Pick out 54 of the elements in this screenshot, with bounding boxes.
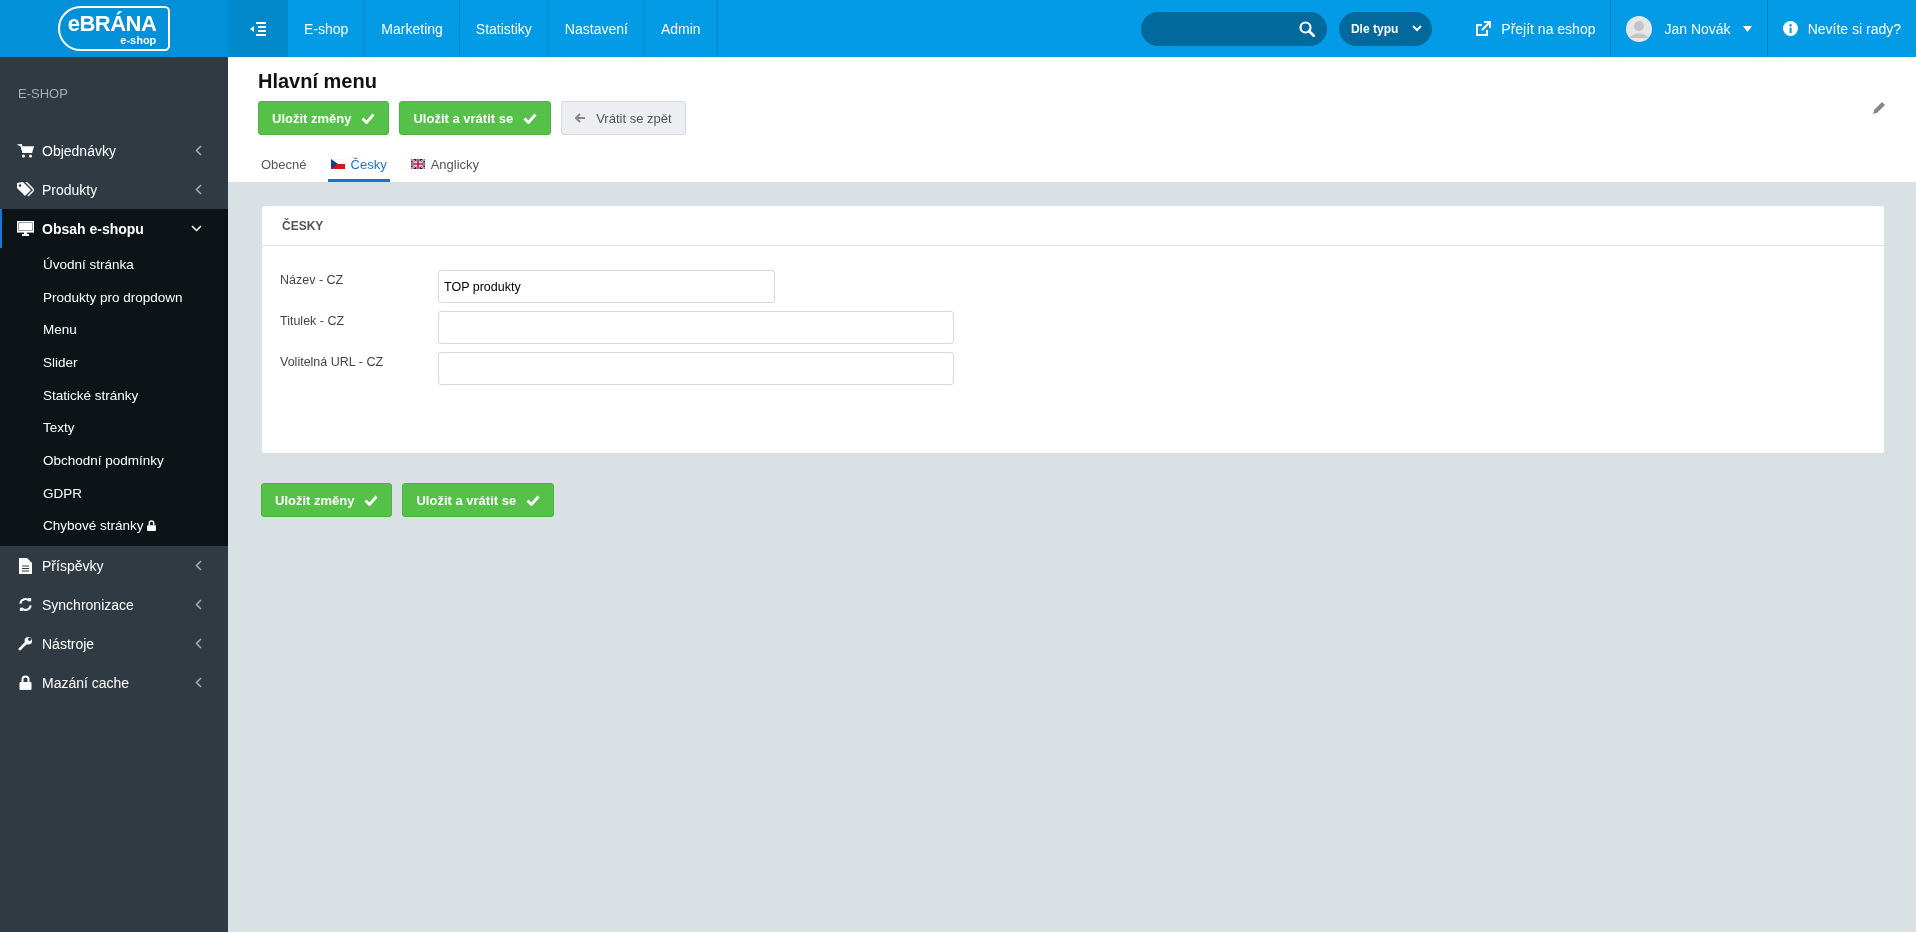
sidebar-subitem[interactable]: Texty (0, 411, 228, 445)
check-icon (364, 494, 379, 506)
sidebar-subitem[interactable]: Obchodní podmínky (0, 444, 228, 477)
flag-icon (410, 159, 425, 169)
sidebar-subitem[interactable]: Statické stránky (0, 378, 228, 412)
card-title: ČESKY (262, 206, 1884, 246)
input-field[interactable] (438, 352, 954, 385)
menu-icon (249, 21, 266, 36)
caret-icon (1742, 25, 1752, 32)
sidebar-subitem[interactable]: Slider (0, 346, 228, 379)
sidebar-item[interactable]: Produkty (0, 170, 228, 209)
tab[interactable]: Obecné (258, 149, 310, 182)
tag-icon (17, 182, 34, 197)
monitor-icon (17, 221, 34, 236)
tab[interactable]: Česky (327, 149, 390, 182)
check-icon (361, 112, 376, 124)
chevron-down-icon (1412, 25, 1423, 32)
input-field[interactable]: TOP produkty (438, 270, 775, 303)
arrow-left-icon (575, 113, 587, 123)
sidebar-subitem[interactable]: Chybové stránky (0, 509, 228, 547)
field-label: Volitelná URL - CZ (280, 354, 385, 369)
sidebar-item[interactable]: Mazání cache (0, 663, 228, 703)
tab[interactable]: Anglicky (407, 149, 483, 182)
cart-icon (17, 143, 34, 158)
document-icon (17, 557, 34, 574)
search-icon (1298, 20, 1315, 37)
sidebar-item[interactable]: Příspěvky (0, 546, 228, 586)
sidebar-item[interactable]: Synchronizace (0, 585, 228, 625)
field-label: Název - CZ (280, 272, 345, 287)
info-icon (1782, 21, 1798, 36)
back-button[interactable]: Vrátit se zpět (561, 101, 686, 135)
sidebar-subitem[interactable]: GDPR (0, 476, 228, 510)
page-title: Hlavní menu (258, 70, 378, 93)
sync-icon (17, 597, 34, 613)
check-icon (523, 112, 538, 124)
menu-toggle-button[interactable] (228, 0, 288, 57)
sidebar-item[interactable]: Objednávky (0, 131, 228, 170)
wrench-icon (17, 636, 34, 652)
external-link-icon (1475, 20, 1492, 37)
sidebar-heading: E-SHOP (17, 86, 69, 103)
avatar-icon (1626, 15, 1653, 42)
input-field[interactable] (438, 311, 954, 344)
check-icon (526, 494, 541, 506)
sidebar-item[interactable]: Nástroje (0, 624, 228, 664)
search-field[interactable] (1140, 11, 1327, 46)
flag-icon (330, 159, 345, 169)
filter-select[interactable]: Dle typu (1338, 11, 1433, 46)
sidebar-subitem[interactable]: Menu (0, 313, 228, 347)
sidebar-subitem[interactable]: Produkty pro dropdown (0, 280, 228, 314)
sidebar-subitem[interactable]: Úvodní stránka (0, 248, 228, 281)
lock-icon (17, 675, 34, 691)
sidebar-item[interactable]: Obsah e-shopu (0, 209, 228, 248)
field-label: Titulek - CZ (280, 313, 346, 328)
pencil-icon[interactable] (1872, 101, 1886, 115)
